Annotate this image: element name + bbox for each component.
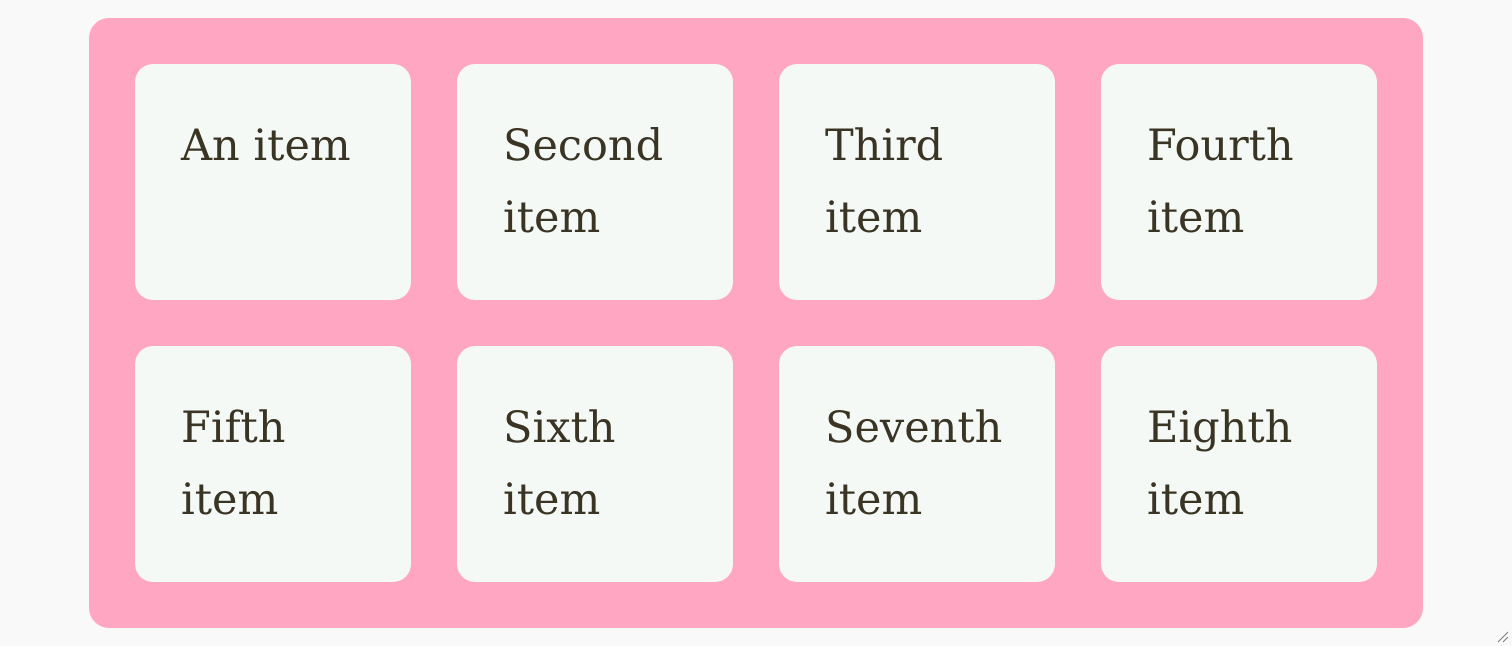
grid-item: Seventh item [779, 346, 1055, 582]
grid-item: Third item [779, 64, 1055, 300]
grid-item: Sixth item [457, 346, 733, 582]
grid-item-label: Second item [503, 121, 664, 243]
grid-container: An item Second item Third item Fourth it… [89, 18, 1423, 628]
grid-item: Eighth item [1101, 346, 1377, 582]
grid-item-label: Seventh item [825, 403, 1003, 525]
page: { "grid": { "items": [ {"label": "An ite… [0, 0, 1512, 646]
grid-item-label: Sixth item [503, 403, 616, 525]
grid-item: An item [135, 64, 411, 300]
grid-item-label: Eighth item [1147, 403, 1293, 525]
grid-item: Second item [457, 64, 733, 300]
grid-item: Fourth item [1101, 64, 1377, 300]
grid-item-label: Fifth item [181, 403, 286, 525]
grid-item-label: Fourth item [1147, 121, 1294, 243]
resize-grip-icon[interactable] [1497, 631, 1509, 643]
grid-item: Fifth item [135, 346, 411, 582]
grid-item-label: An item [181, 121, 351, 171]
grid-item-label: Third item [825, 121, 944, 243]
